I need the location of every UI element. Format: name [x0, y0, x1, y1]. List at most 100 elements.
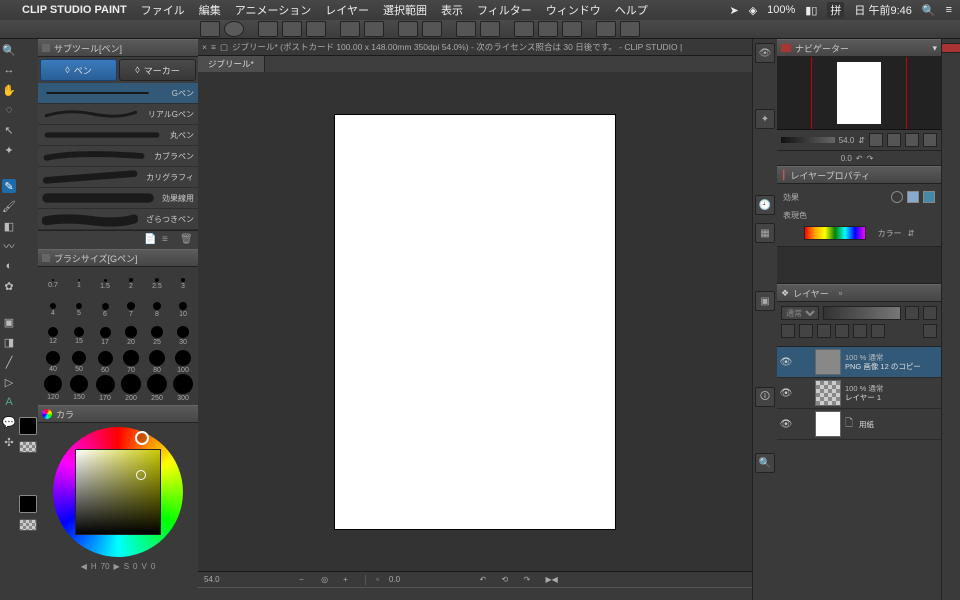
tb-cloud-icon[interactable] — [224, 21, 244, 37]
effect-tone-icon[interactable] — [907, 191, 919, 203]
zoom-slider[interactable] — [781, 137, 835, 143]
info-tab-icon[interactable]: 🛈 — [755, 387, 775, 407]
brush-size-cell[interactable]: 70 — [120, 350, 142, 374]
tb-save-icon[interactable] — [306, 21, 326, 37]
tb-redo-icon[interactable] — [364, 21, 384, 37]
blend-mode-select[interactable]: 通常 — [781, 306, 819, 320]
transparent-swatch-2[interactable] — [19, 519, 37, 531]
effect-border-icon[interactable] — [891, 191, 903, 203]
brush-size-cell[interactable]: 7 — [120, 302, 142, 318]
brush-size-cell[interactable]: 300 — [172, 374, 194, 402]
layer-delete-icon[interactable] — [923, 324, 937, 338]
zoom-fit-icon[interactable]: ◎ — [321, 575, 333, 585]
brush-size-cell[interactable]: 1 — [68, 279, 90, 290]
doc-tab-active[interactable]: ジブリール* — [198, 56, 265, 72]
rotate-reset-icon[interactable]: ⟲ — [502, 575, 514, 585]
visibility-toggle-icon[interactable]: 👁 — [779, 357, 793, 368]
brush-item[interactable]: リアルGペン — [38, 104, 198, 125]
brush-size-cell[interactable]: 150 — [68, 375, 90, 402]
app-name[interactable]: CLIP STUDIO PAINT — [22, 4, 127, 16]
tb-undo-icon[interactable] — [340, 21, 360, 37]
brush-item[interactable]: Gペン — [38, 83, 198, 104]
foreground-swatch[interactable] — [19, 417, 37, 435]
dot-icon[interactable]: ▫ — [376, 575, 379, 584]
tool-shape-icon[interactable]: ▷ — [2, 375, 16, 389]
color-panel-header[interactable]: カラ — [38, 405, 198, 423]
brush-size-cell[interactable]: 1.5 — [94, 279, 116, 290]
brush-size-cell[interactable]: 8 — [146, 302, 168, 318]
blank-canvas[interactable] — [335, 115, 615, 529]
history-tab-icon[interactable]: 🕘 — [755, 195, 775, 215]
expr-dropdown-icon[interactable]: ⇵ — [908, 229, 915, 238]
subtool-panel-header[interactable]: サブツール[ペン] — [38, 39, 198, 57]
tool-blend-icon[interactable]: ◐ — [2, 259, 16, 273]
tool-airbrush-icon[interactable]: 〰 — [2, 239, 16, 253]
battery-pct[interactable]: 100% — [767, 4, 795, 16]
nav-zoomin-icon[interactable] — [905, 133, 919, 147]
tb-3d-icon[interactable] — [562, 21, 582, 37]
effect-extract-icon[interactable] — [923, 191, 935, 203]
navigator-panel-header[interactable]: ナビゲーター ▾ — [777, 39, 941, 57]
location-icon[interactable]: ➤ — [729, 4, 738, 17]
tool-pick-icon[interactable]: ↖ — [2, 123, 16, 137]
layer-name[interactable]: レイヤー 1 — [845, 393, 883, 402]
tool-gradient-icon[interactable]: ◨ — [2, 335, 16, 349]
layers-extra-tab-icon[interactable]: ▫ — [839, 288, 842, 298]
brush-size-cell[interactable]: 6 — [94, 303, 116, 318]
search-tab-icon[interactable]: 🔍 — [755, 453, 775, 473]
zoom-value[interactable]: 54.0 — [204, 575, 220, 584]
menu-animation[interactable]: アニメーション — [235, 2, 312, 18]
brush-size-cell[interactable]: 12 — [42, 327, 64, 345]
tb-grid-icon[interactable] — [538, 21, 558, 37]
brush-size-cell[interactable]: 4 — [42, 303, 64, 317]
brush-size-cell[interactable]: 50 — [68, 351, 90, 374]
layer-name[interactable]: 用紙 — [859, 420, 874, 429]
menu-view[interactable]: 表示 — [441, 2, 463, 18]
tb-home-icon[interactable] — [200, 21, 220, 37]
battery-icon[interactable]: ▮▯ — [805, 4, 817, 17]
sv-square[interactable] — [75, 449, 161, 535]
brush-size-cell[interactable]: 40 — [42, 351, 64, 373]
menu-file[interactable]: ファイル — [141, 2, 185, 18]
nav-tab-icon[interactable]: 👁 — [755, 43, 775, 63]
menu-filter[interactable]: フィルター — [477, 2, 532, 18]
tb-erase-icon[interactable] — [422, 21, 442, 37]
brush-delete-icon[interactable]: 🗑 — [180, 234, 192, 246]
nav-zoomfit-icon[interactable] — [887, 133, 901, 147]
new-folder-icon[interactable] — [799, 324, 813, 338]
doc-menu-icon[interactable]: ≡ — [211, 42, 216, 52]
tool-deco-icon[interactable]: ✿ — [2, 279, 16, 293]
expr-mode-label[interactable]: カラー — [878, 228, 902, 239]
menu-help[interactable]: ヘルプ — [615, 2, 648, 18]
nav-rotate-ccw-icon[interactable]: ↶ — [856, 154, 863, 163]
tool-hand-icon[interactable]: ✋ — [2, 83, 16, 97]
rotate-ccw-icon[interactable]: ↶ — [480, 575, 492, 585]
wifi-icon[interactable]: ◈ — [749, 4, 757, 17]
brush-size-cell[interactable]: 100 — [172, 350, 194, 375]
transparent-swatch[interactable] — [19, 441, 37, 453]
spotlight-icon[interactable]: 🔍 — [922, 4, 936, 17]
visibility-toggle-icon[interactable]: 👁 — [779, 388, 793, 399]
brush-size-cell[interactable]: 0.7 — [42, 279, 64, 289]
brush-item[interactable]: ざらつきペン — [38, 209, 198, 230]
material-tab-icon[interactable]: ▦ — [755, 223, 775, 243]
tool-text-icon[interactable]: A — [2, 395, 16, 409]
brush-size-cell[interactable]: 3 — [172, 278, 194, 291]
tb-cut-icon[interactable] — [398, 21, 418, 37]
panel-menu-icon[interactable]: ▾ — [932, 43, 937, 54]
brush-size-cell[interactable]: 170 — [94, 375, 116, 402]
brush-size-cell[interactable]: 25 — [146, 326, 168, 346]
brush-size-cell[interactable]: 80 — [146, 350, 168, 374]
brush-size-cell[interactable]: 10 — [172, 302, 194, 319]
layerprop-panel-header[interactable]: ┃ レイヤープロパティ — [777, 166, 941, 184]
brush-size-cell[interactable]: 2.5 — [146, 278, 168, 290]
brush-size-cell[interactable]: 250 — [146, 374, 168, 402]
clock[interactable]: 日 午前9:46 — [854, 2, 911, 18]
brush-copy-icon[interactable]: 📄 — [144, 234, 156, 246]
doc-close-icon[interactable]: × — [202, 42, 207, 52]
brush-size-cell[interactable]: 2 — [120, 278, 142, 290]
tool-balloon-icon[interactable]: 💬 — [2, 415, 16, 429]
brush-settings-icon[interactable]: ≡ — [162, 234, 174, 246]
nav-rotate-cw-icon[interactable]: ↷ — [867, 154, 874, 163]
lock-icon[interactable] — [923, 306, 937, 320]
